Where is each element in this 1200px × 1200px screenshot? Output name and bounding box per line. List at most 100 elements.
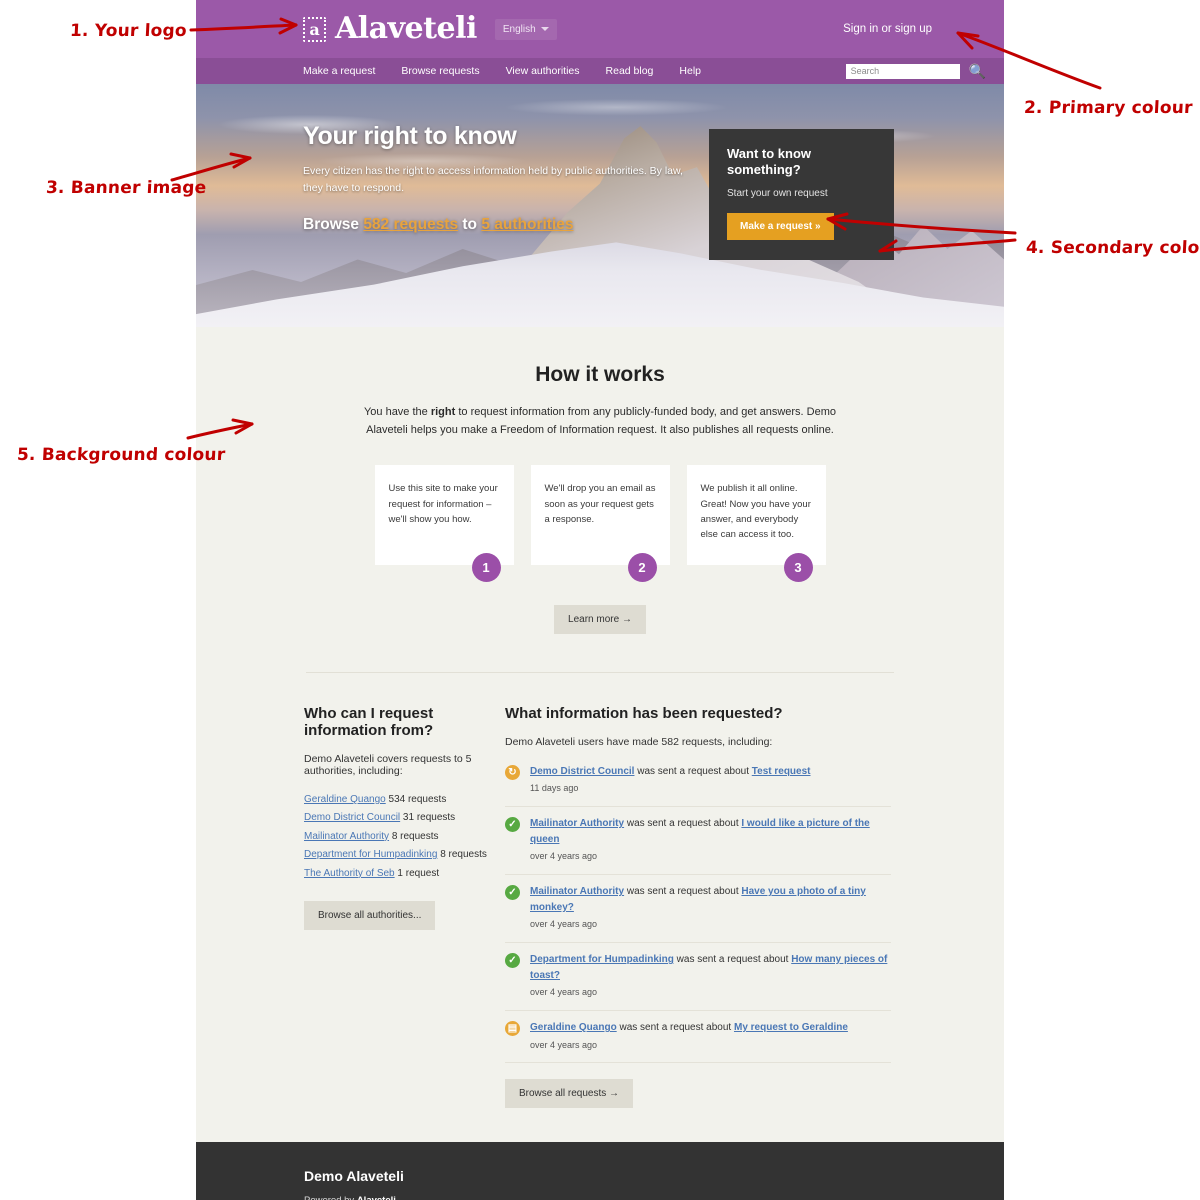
authorities-lead: Demo Alaveteli covers requests to 5 auth… (304, 752, 472, 777)
hero-banner: Your right to know Every citizen has the… (196, 84, 1004, 327)
site-header: a Alaveteli English Sign in or sign up (196, 0, 1004, 58)
annotation-label-3: 3. Banner image (45, 178, 207, 198)
intro-bold: right (430, 406, 456, 418)
request-body: Demo District Council was sent a request… (530, 764, 811, 796)
check-circle-icon: ✓ (505, 817, 520, 833)
search-input[interactable] (845, 63, 960, 79)
request-middle: was sent a request about (624, 818, 742, 830)
hero-authorities-link[interactable]: 5 authorities (481, 216, 573, 233)
authority-link[interactable]: Geraldine Quango (304, 794, 386, 805)
request-date: over 4 years ago (530, 851, 598, 862)
check-circle-icon: ✓ (505, 885, 520, 901)
learn-more-button[interactable]: Learn more → (554, 604, 646, 634)
language-selector[interactable]: English (494, 18, 557, 40)
refresh-circle-icon: ↻ (505, 764, 520, 780)
authority-link[interactable]: Department for Humpadinking (304, 849, 437, 860)
search-icon[interactable]: 🔍 (969, 64, 986, 78)
request-body: Mailinator Authority was sent a request … (530, 816, 891, 864)
authority-count: 534 requests (388, 793, 447, 805)
main-navigation: Make a request Browse requests View auth… (196, 58, 1004, 84)
nav-item-browse-requests[interactable]: Browse requests (401, 65, 479, 77)
footer-powered-by: Powered by Alaveteli (304, 1195, 1004, 1200)
request-subject-link[interactable]: Test request (752, 766, 811, 777)
authority-count: 8 requests (391, 830, 439, 842)
logo-wordmark: Alaveteli (335, 11, 477, 46)
request-authority-link[interactable]: Mailinator Authority (530, 818, 624, 829)
hero-title: Your right to know (303, 122, 517, 150)
request-list: ↻ Demo District Council was sent a reque… (505, 762, 891, 1064)
intro-before: You have the (363, 406, 431, 418)
annotation-label-2: 2. Primary colour (1023, 98, 1194, 118)
request-middle: was sent a request about (634, 765, 752, 777)
request-authority-link[interactable]: Department for Humpadinking (530, 954, 674, 965)
nav-item-make-a-request[interactable]: Make a request (303, 65, 375, 77)
nav-links: Make a request Browse requests View auth… (303, 65, 701, 77)
language-label: English (502, 23, 536, 35)
list-item: The Authority of Seb 1 request (304, 865, 491, 884)
request-middle: was sent a request about (624, 886, 742, 898)
authority-link[interactable]: Demo District Council (304, 812, 400, 823)
how-it-works-steps: Use this site to make your request for i… (196, 465, 1004, 582)
request-subject-link[interactable]: My request to Geraldine (734, 1022, 848, 1033)
request-date: over 4 years ago (530, 987, 598, 998)
authorities-column: Who can I request information from? Demo… (196, 705, 491, 1109)
powered-prefix: Powered by (304, 1195, 357, 1200)
hero-browse-prefix: Browse (303, 215, 364, 233)
browse-requests-wrap: Browse all requests → (505, 1079, 891, 1109)
alaveteli-homepage: a Alaveteli English Sign in or sign up M… (196, 0, 1004, 1200)
annotation-label-4: 4. Secondary colour (1025, 238, 1200, 258)
annotation-label-5: 5. Background colour (16, 445, 226, 465)
request-middle: was sent a request about (616, 1022, 734, 1034)
request-authority-link[interactable]: Mailinator Authority (530, 886, 624, 897)
browse-all-authorities-button[interactable]: Browse all authorities... (304, 901, 436, 931)
list-item: Mailinator Authority 8 requests (304, 828, 491, 847)
authority-count: 8 requests (440, 849, 487, 861)
how-it-works-intro: You have the right to request informatio… (355, 403, 845, 439)
authority-link[interactable]: The Authority of Seb (304, 868, 395, 879)
search-form: 🔍 (845, 63, 986, 79)
how-it-works-section: How it works You have the right to reque… (196, 327, 1004, 634)
archive-circle-icon: ▤ (505, 1021, 520, 1037)
request-date: over 4 years ago (530, 1039, 598, 1050)
stamp-icon: a (303, 16, 326, 42)
nav-item-view-authorities[interactable]: View authorities (506, 65, 580, 77)
step-card: We publish it all online. Great! Now you… (686, 465, 826, 582)
list-item: Department for Humpadinking 8 requests (304, 846, 491, 865)
request-row: ▤ Geraldine Quango was sent a request ab… (505, 1011, 891, 1064)
learn-more-wrap: Learn more → (196, 604, 1004, 634)
chevron-down-icon (540, 27, 549, 31)
hero-subtitle: Every citizen has the right to access in… (303, 165, 683, 195)
request-authority-link[interactable]: Demo District Council (530, 766, 634, 777)
site-logo[interactable]: a Alaveteli (303, 14, 477, 44)
sign-in-link[interactable]: Sign in or sign up (843, 23, 980, 35)
request-authority-link[interactable]: Geraldine Quango (530, 1022, 617, 1033)
authority-list: Geraldine Quango 534 requests Demo Distr… (304, 791, 491, 884)
request-row: ✓ Mailinator Authority was sent a reques… (505, 807, 891, 876)
requests-column: What information has been requested? Dem… (491, 705, 891, 1109)
list-item: Demo District Council 31 requests (304, 809, 491, 828)
request-body: Geraldine Quango was sent a request abou… (530, 1020, 848, 1052)
requests-title: What information has been requested? (505, 704, 783, 722)
how-it-works-title: How it works (535, 363, 665, 386)
promo-box: Want to know something? Start your own r… (709, 129, 894, 260)
requests-lead: Demo Alaveteli users have made 582 reque… (505, 735, 773, 748)
authorities-title: Who can I request information from? (304, 704, 434, 739)
make-a-request-button[interactable]: Make a request » (727, 212, 834, 240)
browse-all-requests-button[interactable]: Browse all requests → (505, 1079, 634, 1109)
nav-item-help[interactable]: Help (679, 65, 701, 77)
request-date: over 4 years ago (530, 919, 598, 930)
step-number-badge: 1 (471, 552, 501, 582)
request-row: ✓ Department for Humpadinking was sent a… (505, 943, 891, 1012)
request-body: Mailinator Authority was sent a request … (530, 884, 891, 932)
authority-link[interactable]: Mailinator Authority (304, 831, 389, 842)
request-date: 11 days ago (530, 783, 579, 794)
step-text: Use this site to make your request for i… (388, 483, 498, 526)
hero-requests-link[interactable]: 582 requests (363, 216, 458, 233)
footer-site-name: Demo Alaveteli (304, 1168, 404, 1185)
step-card: Use this site to make your request for i… (374, 465, 514, 582)
step-text: We publish it all online. Great! Now you… (700, 483, 811, 541)
alaveteli-link[interactable]: Alaveteli (357, 1195, 396, 1200)
promo-subtitle: Start your own request (727, 187, 828, 199)
nav-item-read-blog[interactable]: Read blog (606, 65, 654, 77)
annotation-label-1: 1. Your logo (69, 21, 188, 41)
